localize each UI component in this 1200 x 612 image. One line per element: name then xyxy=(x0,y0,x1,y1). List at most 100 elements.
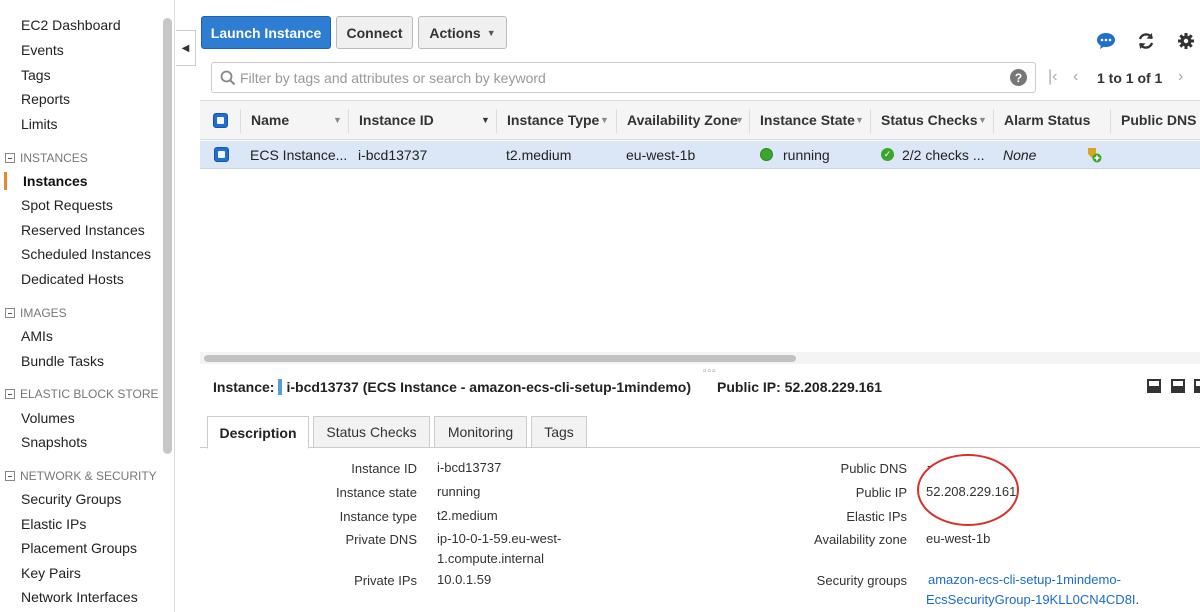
cell-instance-type: t2.medium xyxy=(506,147,572,163)
column-alarm-status[interactable]: Alarm Status xyxy=(1004,112,1090,128)
nav-reserved-instances[interactable]: Reserved Instances xyxy=(21,222,145,238)
column-divider xyxy=(749,109,750,133)
instance-label: Instance: xyxy=(213,379,275,395)
column-public-dns[interactable]: Public DNS xyxy=(1121,112,1196,128)
column-instance-state[interactable]: Instance State xyxy=(760,112,855,128)
column-availability-zone[interactable]: Availability Zone xyxy=(627,112,738,128)
collapse-section-icon[interactable] xyxy=(5,308,15,318)
nav-ec2-dashboard[interactable]: EC2 Dashboard xyxy=(21,17,121,33)
nav-dedicated-hosts[interactable]: Dedicated Hosts xyxy=(21,271,124,287)
sort-icon[interactable]: ▼ xyxy=(600,115,609,125)
sidebar: EC2 Dashboard Events Tags Reports Limits… xyxy=(0,0,163,612)
value-instance-id: i-bcd13737 xyxy=(437,460,502,475)
security-group-link[interactable]: amazon-ecs-cli-setup-1mindemo- xyxy=(928,572,1121,587)
security-group-link-text[interactable]: EcsSecurityGroup-19KLL0CN4CD8I xyxy=(926,592,1136,607)
label-availability-zone: Availability zone xyxy=(814,532,907,547)
section-ebs-title: ELASTIC BLOCK STORE xyxy=(20,387,159,401)
splitter-handle-icon[interactable]: ▫▫▫ xyxy=(703,366,717,377)
nav-bundle-tasks[interactable]: Bundle Tasks xyxy=(21,353,104,369)
connect-button[interactable]: Connect xyxy=(336,16,413,49)
active-nav-indicator xyxy=(4,172,7,190)
collapse-section-icon[interactable] xyxy=(5,389,15,399)
sort-icon[interactable]: ▼ xyxy=(333,115,342,125)
sort-active-icon[interactable]: ▼ xyxy=(481,115,490,125)
nav-spot-requests[interactable]: Spot Requests xyxy=(21,197,113,213)
collapse-section-icon[interactable] xyxy=(5,153,15,163)
nav-scheduled-instances[interactable]: Scheduled Instances xyxy=(21,246,151,262)
nav-tags[interactable]: Tags xyxy=(21,67,51,83)
section-network-security[interactable]: NETWORK & SECURITY xyxy=(5,469,157,483)
alarm-add-icon[interactable] xyxy=(1085,146,1103,167)
check-icon: ✓ xyxy=(881,148,894,161)
tab-tags[interactable]: Tags xyxy=(531,416,587,448)
label-instance-id: Instance ID xyxy=(351,461,417,476)
section-images-title: IMAGES xyxy=(20,306,67,320)
nav-instances[interactable]: Instances xyxy=(23,173,88,189)
section-instances[interactable]: INSTANCES xyxy=(5,151,88,165)
label-private-dns: Private DNS xyxy=(345,532,417,547)
nav-reports[interactable]: Reports xyxy=(21,91,70,107)
next-page-icon[interactable]: › xyxy=(1178,68,1183,86)
details-title: Instance: i-bcd13737 (ECS Instance - amaz… xyxy=(213,379,691,395)
column-name[interactable]: Name xyxy=(251,112,289,128)
nav-network-interfaces[interactable]: Network Interfaces xyxy=(21,589,138,605)
nav-snapshots[interactable]: Snapshots xyxy=(21,434,87,450)
prev-page-icon[interactable]: ‹ xyxy=(1073,68,1078,86)
column-divider xyxy=(496,109,497,133)
tab-status-checks[interactable]: Status Checks xyxy=(313,416,430,448)
sort-icon[interactable]: ▼ xyxy=(978,115,987,125)
search-input[interactable] xyxy=(240,68,1000,88)
launch-instance-button[interactable]: Launch Instance xyxy=(201,16,331,49)
nav-limits[interactable]: Limits xyxy=(21,116,58,132)
sidebar-scrollbar[interactable] xyxy=(163,18,172,454)
label-instance-type: Instance type xyxy=(339,509,417,524)
label-public-dns: Public DNS xyxy=(840,461,907,476)
sidebar-divider xyxy=(174,0,175,612)
select-all-checkbox[interactable] xyxy=(213,113,228,128)
layout-icon[interactable] xyxy=(1194,379,1200,393)
refresh-icon[interactable] xyxy=(1136,31,1156,51)
column-instance-type[interactable]: Instance Type xyxy=(507,112,599,128)
label-elastic-ips: Elastic IPs xyxy=(846,509,907,524)
layout-icon[interactable] xyxy=(1147,379,1161,393)
nav-events[interactable]: Events xyxy=(21,42,64,58)
nav-volumes[interactable]: Volumes xyxy=(21,410,75,426)
column-divider xyxy=(616,109,617,133)
column-status-checks[interactable]: Status Checks xyxy=(881,112,977,128)
tab-description[interactable]: Description xyxy=(207,416,309,449)
gear-icon[interactable] xyxy=(1176,31,1196,51)
section-ebs[interactable]: ELASTIC BLOCK STORE xyxy=(5,387,159,401)
value-private-dns-line2: 1.compute.internal xyxy=(437,551,544,566)
sort-icon[interactable]: ▼ xyxy=(735,115,744,125)
sort-icon[interactable]: ▼ xyxy=(855,115,864,125)
chevron-down-icon: ▼ xyxy=(486,27,496,38)
tab-monitoring[interactable]: Monitoring xyxy=(434,416,527,448)
help-icon[interactable]: ? xyxy=(1010,69,1027,86)
actions-dropdown[interactable]: Actions ▼ xyxy=(418,16,507,49)
collapse-section-icon[interactable] xyxy=(5,471,15,481)
cell-instance-id: i-bcd13737 xyxy=(358,147,428,163)
annotation-circle xyxy=(917,454,1019,526)
search-box[interactable]: ? xyxy=(211,62,1036,93)
row-checkbox[interactable] xyxy=(214,147,229,162)
nav-amis[interactable]: AMIs xyxy=(21,328,53,344)
column-instance-id[interactable]: Instance ID xyxy=(359,112,434,128)
horizontal-scrollbar[interactable] xyxy=(204,355,796,362)
nav-placement-groups[interactable]: Placement Groups xyxy=(21,540,137,556)
nav-security-groups[interactable]: Security Groups xyxy=(21,491,121,507)
collapse-sidebar-button[interactable]: ◀ xyxy=(176,30,196,66)
cell-alarm-status: None xyxy=(1003,147,1037,163)
value-private-ips: 10.0.1.59 xyxy=(437,572,492,587)
layout-icon[interactable] xyxy=(1171,379,1185,393)
security-group-link-line2[interactable]: EcsSecurityGroup-19KLL0CN4CD8I. xyxy=(926,592,1139,607)
chat-icon[interactable] xyxy=(1096,31,1116,51)
nav-key-pairs[interactable]: Key Pairs xyxy=(21,565,81,581)
nav-elastic-ips[interactable]: Elastic IPs xyxy=(21,516,86,532)
public-ip-header: Public IP: 52.208.229.161 xyxy=(717,379,882,395)
cell-availability-zone: eu-west-1b xyxy=(626,147,696,163)
table-row[interactable]: ECS Instance... i-bcd13737 t2.medium eu-… xyxy=(200,141,1200,169)
first-page-icon[interactable]: |‹ xyxy=(1048,68,1057,86)
instance-title-value: i-bcd13737 (ECS Instance - amazon-ecs-cl… xyxy=(286,379,692,395)
column-divider xyxy=(240,109,241,133)
section-images[interactable]: IMAGES xyxy=(5,306,67,320)
